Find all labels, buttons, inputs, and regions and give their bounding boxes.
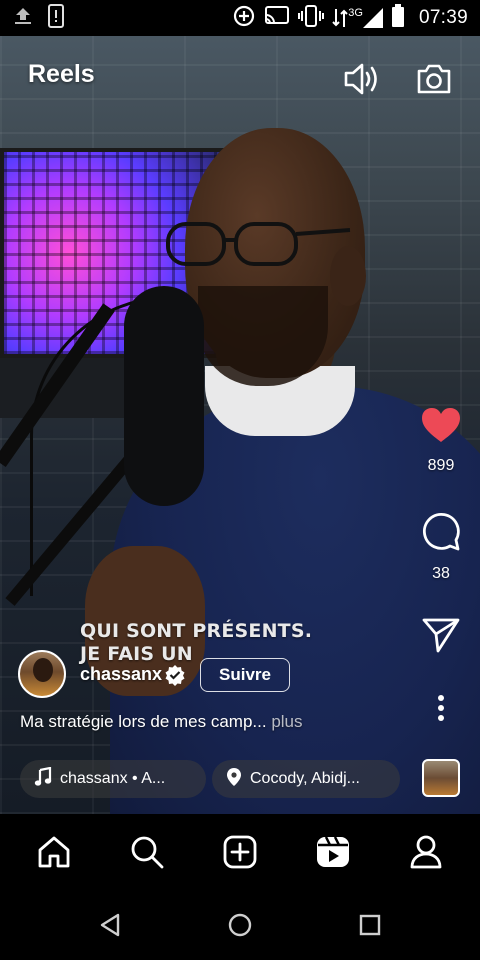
avatar[interactable] — [18, 650, 66, 698]
network-label: 3G — [348, 7, 363, 19]
bottom-nav — [0, 814, 480, 890]
camera-icon[interactable] — [414, 60, 454, 98]
username[interactable]: chassanx — [80, 664, 162, 685]
battery-icon — [391, 3, 405, 33]
data-saver-icon — [232, 4, 256, 33]
create-icon[interactable] — [210, 822, 270, 882]
location-pill[interactable]: Cocody, Abidj... — [212, 760, 400, 798]
system-nav-bar — [0, 890, 480, 960]
location-pin-icon — [226, 767, 242, 792]
reels-icon[interactable] — [303, 822, 363, 882]
upload-icon — [12, 6, 34, 31]
profile-icon[interactable] — [396, 822, 456, 882]
music-note-icon — [34, 766, 52, 792]
vibrate-icon — [298, 4, 325, 32]
signal-icon: 3G — [332, 7, 383, 29]
clock: 07:39 — [418, 7, 468, 28]
reel-video[interactable]: QUI SONT PRÉSENTS. JE FAIS UN — [0, 36, 480, 814]
status-bar: 3G 07:39 — [0, 0, 480, 36]
heart-icon[interactable] — [420, 406, 462, 449]
cast-icon — [264, 5, 290, 32]
home-circle-icon[interactable] — [220, 905, 260, 945]
caption-line-1: QUI SONT PRÉSENTS. — [80, 620, 313, 642]
audio-pill[interactable]: chassanx • A... — [20, 760, 206, 798]
comment-action[interactable]: 38 — [414, 510, 468, 583]
more-link[interactable]: plus — [271, 712, 302, 731]
location-label: Cocody, Abidj... — [250, 770, 360, 787]
comment-count: 38 — [432, 565, 450, 582]
search-icon[interactable] — [117, 822, 177, 882]
glasses — [166, 222, 351, 266]
verified-badge-icon — [164, 664, 186, 686]
audio-thumbnail[interactable] — [422, 759, 460, 797]
follow-button[interactable]: Suivre — [200, 658, 290, 692]
home-icon[interactable] — [24, 822, 84, 882]
audio-label: chassanx • A... — [60, 770, 166, 787]
like-count: 899 — [427, 457, 455, 474]
recents-icon[interactable] — [350, 905, 390, 945]
microphone — [124, 286, 204, 506]
comment-icon[interactable] — [420, 510, 462, 557]
description-text: Ma stratégie lors de mes camp... — [20, 712, 267, 731]
phone-icon — [48, 3, 64, 33]
share-action[interactable] — [414, 616, 468, 659]
share-icon[interactable] — [421, 616, 461, 659]
volume-icon[interactable] — [342, 60, 382, 98]
more-action[interactable] — [414, 694, 468, 727]
more-icon[interactable] — [436, 694, 446, 727]
like-action[interactable]: 899 — [414, 406, 468, 475]
page-title: Reels — [28, 60, 95, 88]
post-description[interactable]: Ma stratégie lors de mes camp... plus — [20, 712, 303, 732]
back-icon[interactable] — [90, 905, 130, 945]
